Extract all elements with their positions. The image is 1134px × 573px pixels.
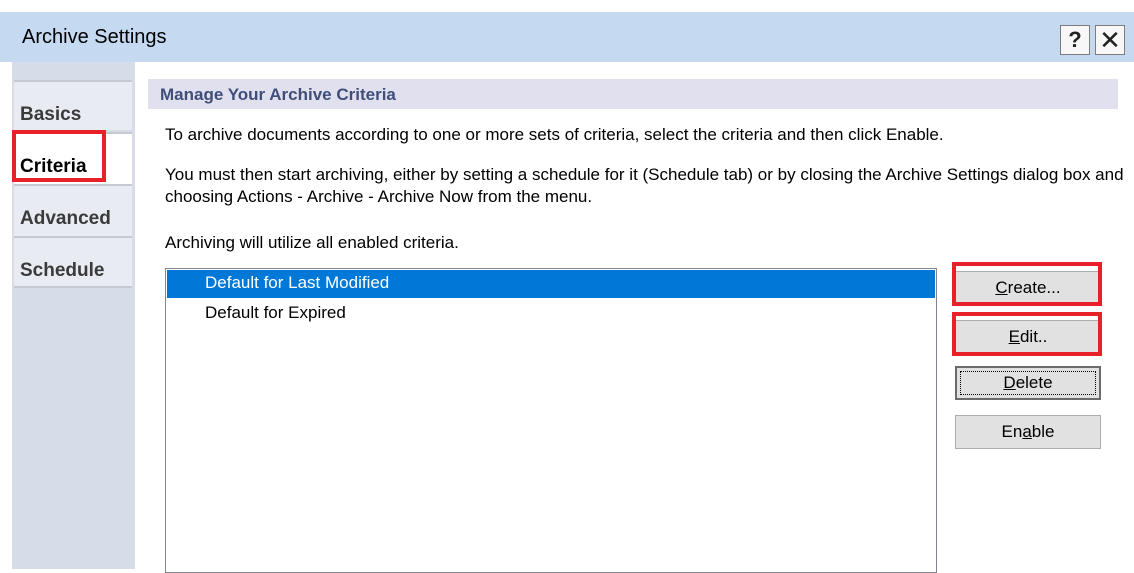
help-icon: ? <box>1068 27 1082 52</box>
tab-strip: Basics Criteria Advanced Schedule <box>12 62 135 569</box>
delete-button[interactable]: Delete <box>955 366 1101 400</box>
section-header: Manage Your Archive Criteria <box>148 79 1118 109</box>
instruction-text-3: Archiving will utilize all enabled crite… <box>165 233 459 252</box>
tab-schedule[interactable]: Schedule <box>14 236 132 288</box>
instruction-text-1: To archive documents according to one or… <box>165 125 944 144</box>
tab-criteria[interactable]: Criteria <box>14 132 132 190</box>
tab-advanced-label: Advanced <box>20 208 111 229</box>
list-item[interactable]: Default for Last Modified <box>167 270 935 298</box>
create-button[interactable]: Create... <box>955 271 1101 305</box>
help-button[interactable]: ? <box>1060 25 1090 55</box>
tab-basics[interactable]: Basics <box>14 80 132 130</box>
close-icon: ✕ <box>1099 24 1121 55</box>
create-button-label: Create... <box>995 278 1061 297</box>
enable-button-label: Enable <box>1001 422 1055 441</box>
focus-rectangle <box>960 371 1096 395</box>
tab-advanced[interactable]: Advanced <box>14 184 132 238</box>
criteria-panel: Manage Your Archive Criteria To archive … <box>135 62 1134 573</box>
enable-button[interactable]: Enable <box>955 415 1101 449</box>
window-title: Archive Settings <box>22 26 167 48</box>
criteria-listbox[interactable]: Default for Last Modified Default for Ex… <box>165 268 937 573</box>
edit-button[interactable]: Edit.. <box>955 320 1101 354</box>
close-button[interactable]: ✕ <box>1095 25 1125 55</box>
list-item[interactable]: Default for Expired <box>167 300 935 328</box>
title-bar: Archive Settings ? ✕ <box>0 12 1134 62</box>
edit-button-label: Edit.. <box>1008 327 1048 346</box>
tab-basics-label: Basics <box>20 104 82 125</box>
tab-criteria-label: Criteria <box>20 156 87 177</box>
instruction-text-2: You must then start archiving, either by… <box>165 165 1124 206</box>
tab-schedule-label: Schedule <box>20 260 105 281</box>
section-title: Manage Your Archive Criteria <box>160 85 396 104</box>
